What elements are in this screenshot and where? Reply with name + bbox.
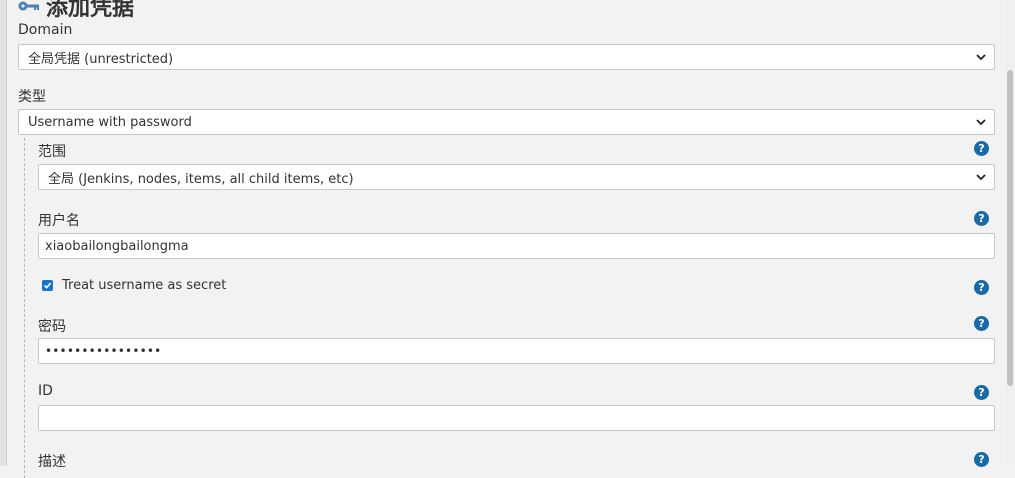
domain-label: Domain	[18, 22, 73, 38]
password-help-icon[interactable]: ?	[974, 316, 989, 331]
scrollbar-thumb[interactable]	[1007, 70, 1013, 386]
password-input[interactable]: ••••••••••••••••	[38, 338, 995, 364]
id-label: ID	[38, 383, 53, 399]
username-help-icon[interactable]: ?	[974, 211, 989, 226]
password-label: 密码	[38, 319, 66, 335]
chevron-down-icon	[976, 119, 986, 126]
description-help-icon[interactable]: ?	[974, 452, 989, 467]
key-icon	[18, 1, 39, 11]
page-header: 添加凭据	[18, 0, 135, 21]
domain-select[interactable]: 全局凭据 (unrestricted)	[18, 44, 995, 70]
scope-select-value: 全局 (Jenkins, nodes, items, all child ite…	[48, 171, 354, 187]
username-label: 用户名	[38, 213, 80, 229]
domain-select-value: 全局凭据 (unrestricted)	[28, 51, 174, 67]
scope-help-icon[interactable]: ?	[974, 141, 989, 156]
scrollbar[interactable]	[1005, 0, 1015, 466]
kind-label: 类型	[18, 89, 46, 105]
treat-username-secret-label[interactable]: Treat username as secret	[62, 278, 226, 293]
chevron-down-icon	[976, 174, 986, 181]
scope-select[interactable]: 全局 (Jenkins, nodes, items, all child ite…	[38, 164, 995, 190]
scope-label: 范围	[38, 144, 66, 160]
check-icon	[43, 282, 52, 289]
secret-help-icon[interactable]: ?	[974, 280, 989, 295]
treat-username-secret-checkbox[interactable]	[42, 280, 53, 291]
id-help-icon[interactable]: ?	[974, 385, 989, 400]
kind-select-value: Username with password	[28, 114, 192, 130]
chevron-down-icon	[976, 54, 986, 61]
page-title: 添加凭据	[46, 0, 135, 21]
left-edge-border	[0, 0, 7, 466]
nested-section-border	[24, 138, 25, 478]
description-label: 描述	[38, 454, 66, 470]
kind-select[interactable]: Username with password	[18, 109, 995, 135]
id-input[interactable]	[38, 405, 995, 431]
username-input[interactable]: xiaobailongbailongma	[38, 233, 995, 259]
